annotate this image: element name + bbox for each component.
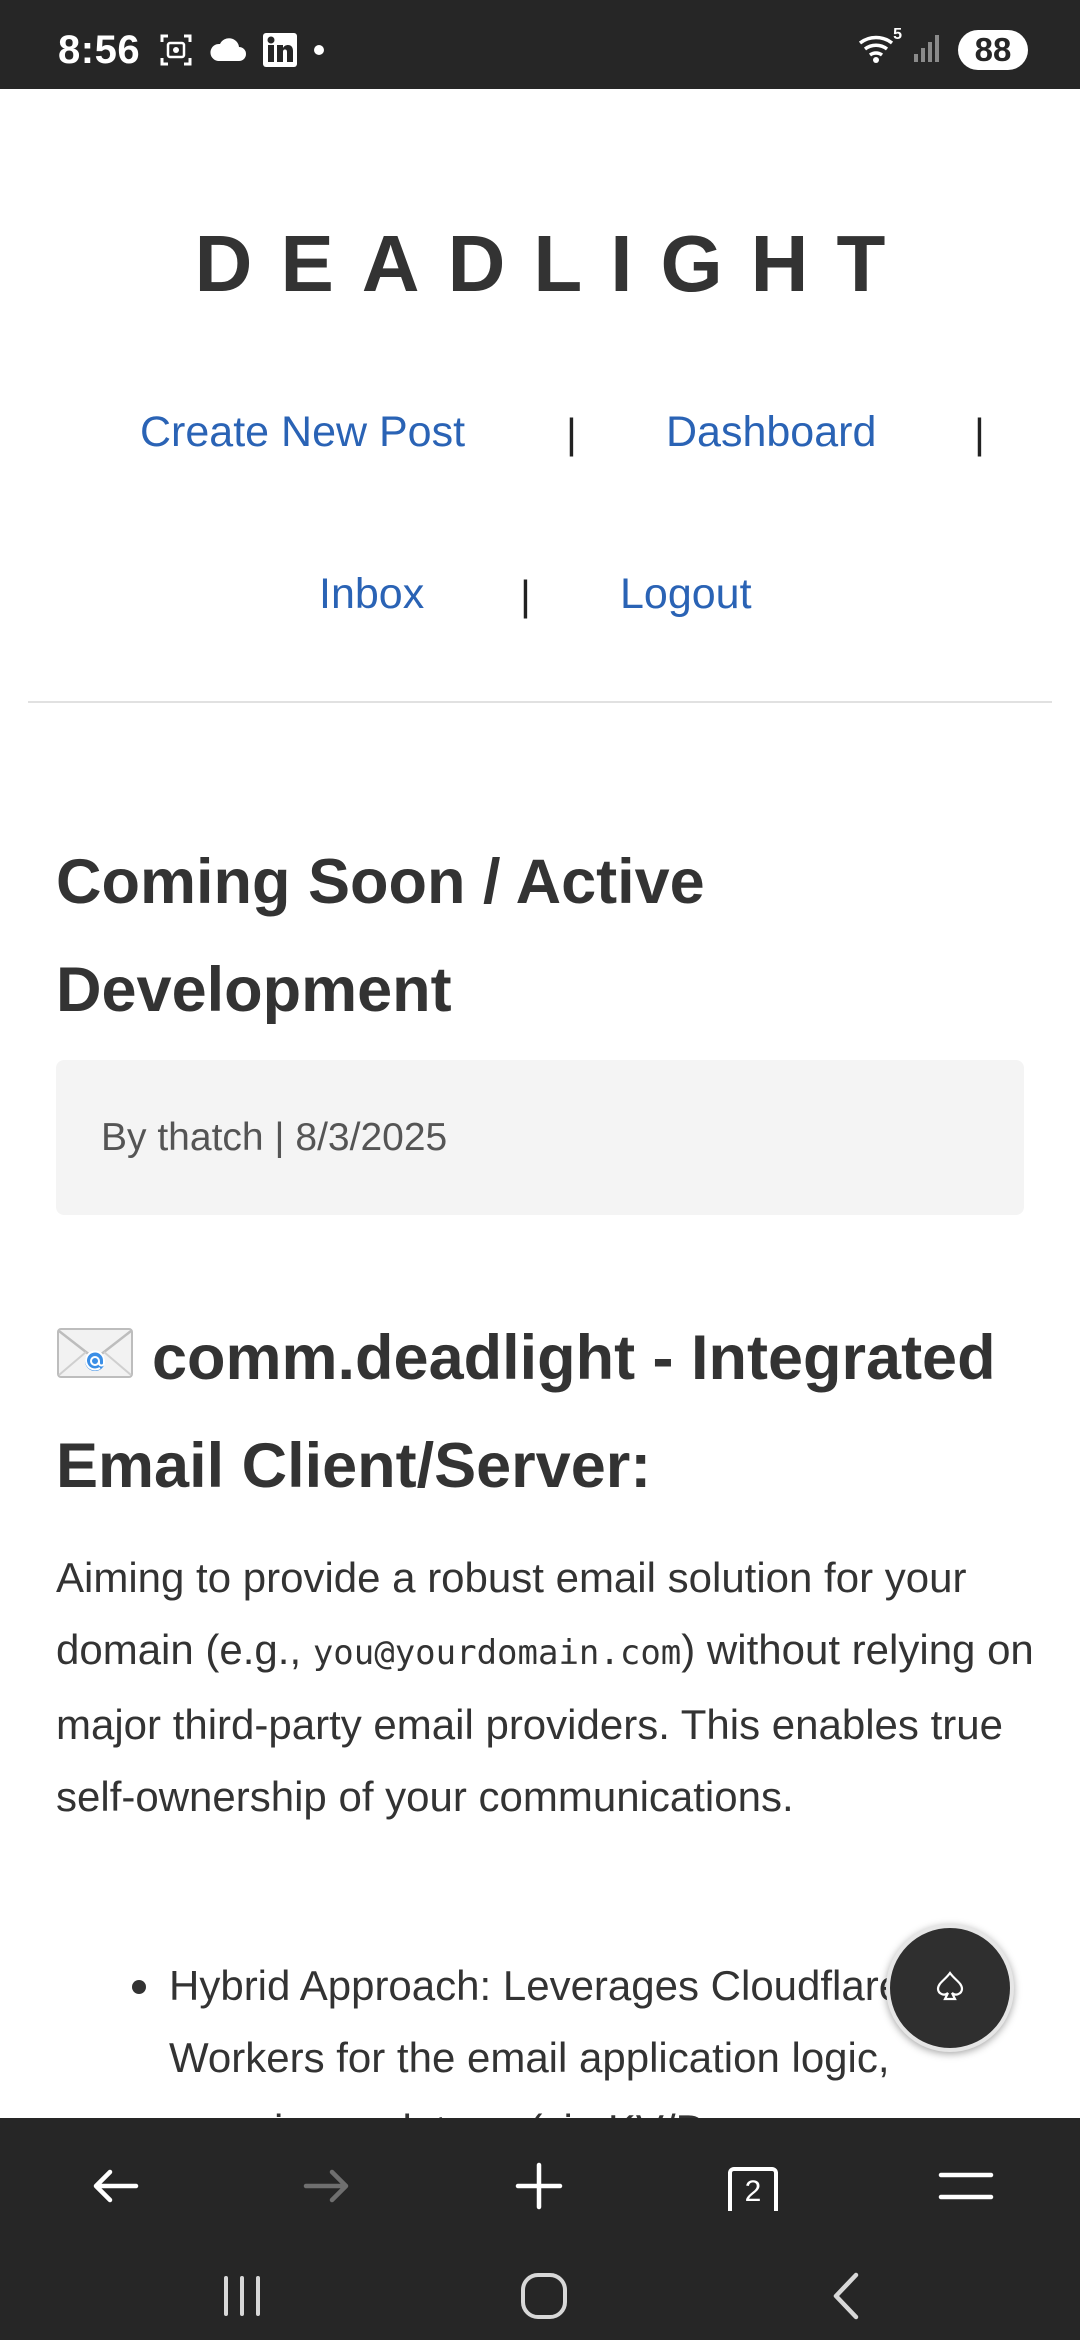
recents-icon — [218, 2274, 266, 2323]
post-byline: By thatch | 8/3/2025 — [56, 1060, 1024, 1215]
wifi-band-label: 5 — [893, 25, 902, 43]
forward-button[interactable] — [279, 2140, 375, 2236]
spade-icon — [935, 1970, 965, 2007]
post-paragraph: Aiming to provide a robust email solutio… — [56, 1542, 1040, 1833]
floating-action-button[interactable] — [886, 1924, 1014, 2052]
notification-dot-icon — [312, 43, 326, 62]
wifi-icon: 5 — [858, 26, 902, 69]
plus-icon — [514, 2161, 564, 2216]
byline-text: By thatch | 8/3/2025 — [101, 1115, 448, 1159]
nav-separator: | — [566, 410, 577, 457]
status-left-icons — [158, 32, 326, 73]
signal-icon — [912, 32, 944, 69]
site-title: DEADLIGHT — [194, 219, 914, 308]
screenshot-icon — [158, 32, 194, 73]
nav-separator: | — [520, 572, 531, 619]
home-button[interactable] — [496, 2262, 592, 2334]
new-tab-button[interactable] — [491, 2140, 587, 2236]
home-icon — [519, 2271, 569, 2326]
section-heading-text: comm.deadlight - Integrated Email Client… — [56, 1323, 996, 1501]
recents-button[interactable] — [194, 2262, 290, 2334]
browser-toolbar: 2 — [0, 2118, 1080, 2256]
battery-icon: 88 — [958, 30, 1028, 70]
header-divider — [28, 701, 1052, 703]
menu-icon — [937, 2169, 995, 2208]
status-bar: 8:56 5 88 — [0, 0, 1080, 89]
nav-dashboard[interactable]: Dashboard — [666, 408, 876, 457]
system-nav-bar — [0, 2256, 1080, 2340]
envelope-icon — [56, 1306, 134, 1378]
linkedin-icon — [262, 32, 298, 73]
section-heading: comm.deadlight - Integrated Email Client… — [56, 1304, 1046, 1520]
cloud-icon — [208, 35, 248, 70]
nav-logout[interactable]: Logout — [620, 570, 752, 619]
arrow-left-icon — [90, 2166, 140, 2211]
tabs-count: 2 — [744, 2175, 762, 2208]
arrow-right-icon — [302, 2166, 352, 2211]
tabs-icon: 2 — [726, 2163, 780, 2213]
nav-separator: | — [974, 410, 985, 457]
menu-button[interactable] — [918, 2140, 1014, 2236]
nav-inbox[interactable]: Inbox — [319, 570, 424, 619]
nav-create-new-post[interactable]: Create New Post — [140, 408, 465, 457]
system-back-button[interactable] — [798, 2262, 894, 2334]
post-title: Coming Soon / Active Development — [56, 847, 705, 1025]
inline-code-email: you@yourdomain.com — [312, 1633, 682, 1673]
bullet-dot — [132, 1980, 146, 1994]
status-time: 8:56 — [58, 28, 141, 72]
tabs-button[interactable]: 2 — [705, 2140, 801, 2236]
back-button[interactable] — [67, 2140, 163, 2236]
status-right-icons: 5 88 — [858, 26, 1028, 70]
back-icon — [826, 2271, 866, 2326]
